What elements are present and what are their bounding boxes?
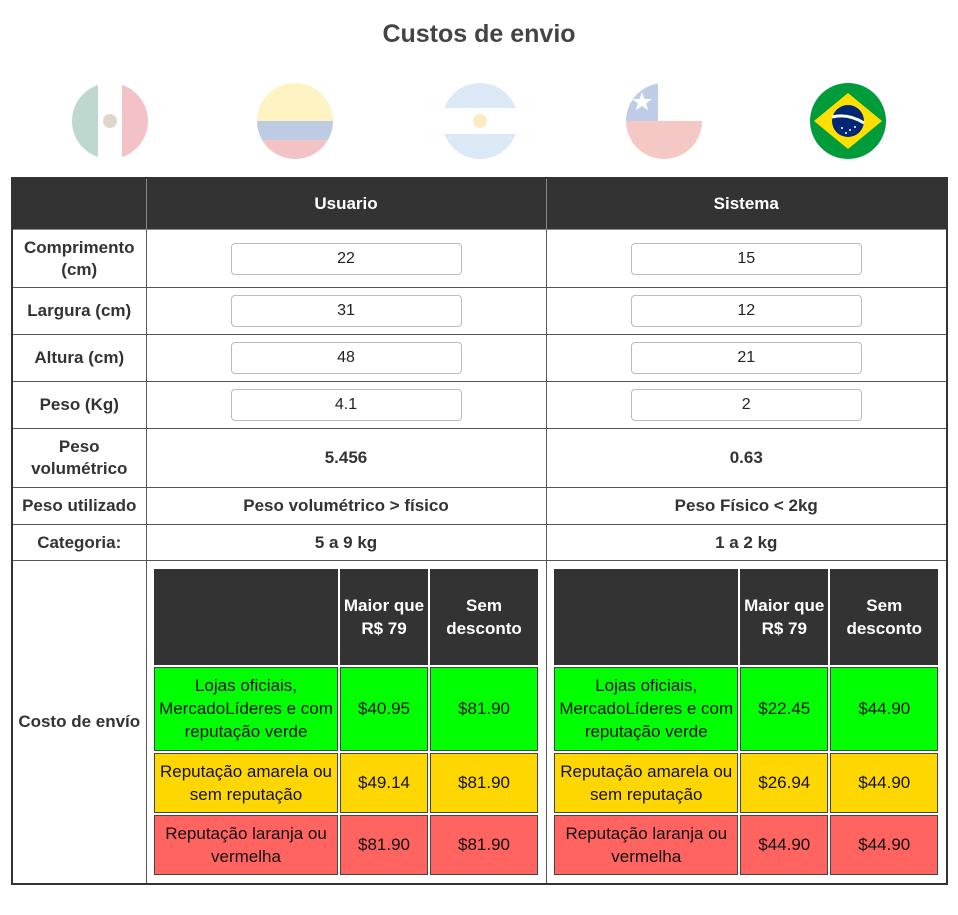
tier-label: Lojas oficiais, MercadoLíderes e com rep… xyxy=(154,666,338,751)
price-sem: $44.90 xyxy=(830,814,939,875)
sub-header-sem: Sem desconto xyxy=(430,568,538,665)
table-row: Reputação amarela ou sem reputação $26.9… xyxy=(554,752,939,813)
table-row: Lojas oficiais, MercadoLíderes e com rep… xyxy=(554,666,939,751)
colombia-flag-icon[interactable] xyxy=(257,83,333,159)
largura-sistema-input[interactable] xyxy=(630,295,862,327)
shipping-subtable-sistema: Maior que R$ 79 Sem desconto Lojas ofici… xyxy=(552,567,940,877)
brazil-flag-icon[interactable] xyxy=(810,83,886,159)
altura-sistema-input[interactable] xyxy=(630,342,862,374)
price-maior: $22.45 xyxy=(740,666,829,751)
price-sem: $81.90 xyxy=(430,752,538,813)
peso-volumetrico-usuario: 5.456 xyxy=(145,428,547,488)
categoria-sistema: 1 a 2 kg xyxy=(545,524,948,561)
costo-usuario-cell: Maior que R$ 79 Sem desconto Lojas ofici… xyxy=(145,560,547,884)
peso-sistema-input[interactable] xyxy=(630,389,862,421)
costo-sistema-cell: Maior que R$ 79 Sem desconto Lojas ofici… xyxy=(545,560,948,884)
header-usuario: Usuario xyxy=(145,177,547,230)
label-largura: Largura (cm) xyxy=(11,287,147,335)
price-maior: $44.90 xyxy=(740,814,829,875)
chile-flag-icon[interactable] xyxy=(626,83,702,159)
label-costo: Costo de envío xyxy=(11,560,147,884)
categoria-usuario: 5 a 9 kg xyxy=(145,524,547,561)
page-title: Custos de envio xyxy=(382,20,576,48)
row-peso-volumetrico: Peso volumétrico 5.456 0.63 xyxy=(11,428,948,488)
table-row: Lojas oficiais, MercadoLíderes e com rep… xyxy=(154,666,538,751)
sub-header-empty xyxy=(554,568,739,665)
largura-usuario-input[interactable] xyxy=(230,295,462,327)
tier-label: Reputação laranja ou vermelha xyxy=(154,814,338,875)
row-peso-utilizado: Peso utilizado Peso volumétrico > físico… xyxy=(11,487,948,525)
tier-label: Reputação amarela ou sem reputação xyxy=(554,752,739,813)
altura-usuario-input[interactable] xyxy=(230,342,462,374)
peso-volumetrico-sistema: 0.63 xyxy=(545,428,948,488)
tier-label: Reputação laranja ou vermelha xyxy=(554,814,739,875)
peso-usuario-input[interactable] xyxy=(230,389,462,421)
price-sem: $44.90 xyxy=(830,666,939,751)
price-maior: $26.94 xyxy=(740,752,829,813)
sub-header-maior: Maior que R$ 79 xyxy=(340,568,428,665)
table-row: Reputação amarela ou sem reputação $49.1… xyxy=(154,752,538,813)
row-peso: Peso (Kg) xyxy=(11,381,948,429)
row-comprimento: Comprimento (cm) xyxy=(11,229,948,288)
peso-utilizado-usuario: Peso volumétrico > físico xyxy=(145,487,547,525)
comprimento-sistema-input[interactable] xyxy=(630,242,862,275)
row-categoria: Categoria: 5 a 9 kg 1 a 2 kg xyxy=(11,524,948,561)
label-peso-utilizado: Peso utilizado xyxy=(11,487,147,525)
price-maior: $81.90 xyxy=(340,814,428,875)
price-sem: $44.90 xyxy=(830,752,939,813)
mexico-flag-icon[interactable] xyxy=(72,83,148,159)
row-largura: Largura (cm) xyxy=(11,287,948,335)
label-categoria: Categoria: xyxy=(11,524,147,561)
label-comprimento: Comprimento (cm) xyxy=(11,229,147,288)
shipping-subtable-usuario: Maior que R$ 79 Sem desconto Lojas ofici… xyxy=(152,567,540,877)
table-row: Reputação laranja ou vermelha $44.90 $44… xyxy=(554,814,939,875)
table-row: Reputação laranja ou vermelha $81.90 $81… xyxy=(154,814,538,875)
peso-utilizado-sistema: Peso Físico < 2kg xyxy=(545,487,948,525)
price-sem: $81.90 xyxy=(430,814,538,875)
tier-label: Lojas oficiais, MercadoLíderes e com rep… xyxy=(554,666,739,751)
shipping-cost-table: Usuario Sistema Comprimento (cm) Largura… xyxy=(11,177,948,885)
sub-header-empty xyxy=(154,568,338,665)
header-sistema: Sistema xyxy=(545,177,948,230)
header-row: Usuario Sistema xyxy=(11,177,948,230)
label-peso-volumetrico: Peso volumétrico xyxy=(11,428,147,488)
sub-header-sem: Sem desconto xyxy=(830,568,939,665)
sub-header-maior: Maior que R$ 79 xyxy=(740,568,829,665)
price-maior: $40.95 xyxy=(340,666,428,751)
price-maior: $49.14 xyxy=(340,752,428,813)
comprimento-usuario-input[interactable] xyxy=(230,242,462,275)
price-sem: $81.90 xyxy=(430,666,538,751)
label-peso: Peso (Kg) xyxy=(11,381,147,429)
label-altura: Altura (cm) xyxy=(11,334,147,382)
tier-label: Reputação amarela ou sem reputação xyxy=(154,752,338,813)
argentina-flag-icon[interactable] xyxy=(442,83,518,159)
row-altura: Altura (cm) xyxy=(11,334,948,382)
header-empty xyxy=(11,177,147,230)
row-costo: Costo de envío Maior que R$ 79 Sem desco… xyxy=(11,560,948,884)
